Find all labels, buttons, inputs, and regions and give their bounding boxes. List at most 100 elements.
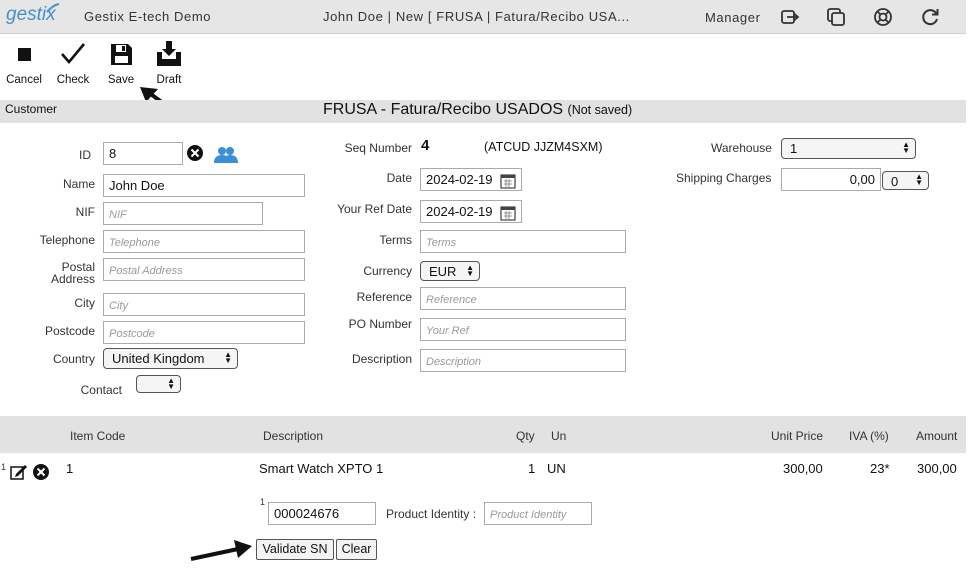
check-label: Check	[56, 74, 90, 86]
clear-customer-icon[interactable]	[186, 144, 204, 162]
cancel-button[interactable]: Cancel	[6, 40, 42, 86]
line-number: 1	[1, 462, 7, 472]
country-select[interactable]: United Kingdom ▲ ▼	[103, 348, 238, 369]
refresh-icon[interactable]	[919, 6, 941, 28]
product-identity-label: Product Identity :	[386, 507, 477, 521]
col-qty: Qty	[516, 429, 535, 443]
select-arrows-icon: ▲ ▼	[167, 376, 175, 391]
po-number-label: PO Number	[348, 317, 412, 331]
doc-status: (Not saved)	[567, 103, 633, 117]
draft-button[interactable]: Draft	[150, 40, 188, 86]
your-ref-date-value: 2024-02-19	[426, 204, 493, 219]
row-qty[interactable]: 1	[528, 461, 535, 476]
edit-line-icon[interactable]	[10, 464, 28, 480]
description-label: Description	[351, 352, 412, 366]
nif-field[interactable]: NIF	[103, 202, 263, 225]
serial-index: 1	[260, 497, 266, 507]
product-identity-field[interactable]: Product Identity	[484, 502, 592, 525]
row-unit-price[interactable]: 300,00	[783, 461, 823, 476]
warehouse-select[interactable]: 1 ▲ ▼	[781, 138, 916, 159]
row-un[interactable]: UN	[547, 461, 566, 476]
section-header: Customer FRUSA - Fatura/Recibo USADOS (N…	[0, 100, 966, 123]
customer-section-label: Customer	[5, 102, 58, 116]
seq-number-value: 4	[421, 137, 430, 154]
seq-number-label: Seq Number	[344, 141, 412, 155]
col-iva: IVA (%)	[849, 429, 889, 443]
row-description[interactable]: Smart Watch XPTO 1	[259, 461, 383, 476]
date-label: Date	[386, 171, 412, 185]
postcode-field[interactable]: Postcode	[103, 321, 305, 344]
save-button[interactable]: Save	[103, 40, 139, 86]
shipping-tax-select[interactable]: 0 ▲ ▼	[882, 171, 929, 190]
postal-address-field[interactable]: Postal Address	[103, 258, 305, 281]
shipping-charges-label: Shipping Charges	[676, 171, 772, 185]
checkmark-icon	[61, 43, 85, 65]
select-arrows-icon: ▲ ▼	[466, 263, 474, 278]
your-ref-date-label: Your Ref Date	[337, 202, 412, 216]
check-button[interactable]: Check	[55, 40, 91, 86]
serial-number-field[interactable]: 000024676	[268, 502, 376, 525]
telephone-field[interactable]: Telephone	[103, 230, 305, 253]
postcode-label: Postcode	[44, 324, 95, 338]
date-value: 2024-02-19	[426, 172, 493, 187]
logout-icon[interactable]	[779, 6, 801, 28]
country-value: United Kingdom	[112, 351, 205, 366]
app-name: Gestix E-tech Demo	[84, 9, 212, 24]
document-title: FRUSA - Fatura/Recibo USADOS (Not saved)	[323, 101, 632, 119]
inbox-download-icon	[157, 41, 181, 66]
validate-sn-button[interactable]: Validate SN	[256, 539, 334, 560]
customer-name-field[interactable]: John Doe	[103, 174, 305, 197]
country-label: Country	[52, 352, 95, 366]
help-lifebuoy-icon[interactable]	[872, 6, 894, 28]
stop-icon	[18, 48, 31, 61]
col-unit-price: Unit Price	[771, 429, 824, 443]
city-field[interactable]: City	[103, 293, 305, 316]
atcud-code: (ATCUD JJZM4SXM)	[484, 140, 603, 154]
currency-label: Currency	[363, 264, 412, 278]
po-number-field[interactable]: Your Ref	[420, 318, 626, 341]
save-label: Save	[107, 74, 135, 86]
customer-search-users-icon[interactable]	[213, 146, 239, 164]
warehouse-value: 1	[790, 141, 798, 156]
row-iva[interactable]: 23*	[870, 461, 890, 476]
description-field[interactable]: Description	[420, 349, 626, 372]
col-item-code: Item Code	[70, 429, 126, 443]
shipping-tax-value: 0	[891, 174, 899, 189]
logo-swoosh-icon	[46, 3, 60, 13]
contact-select[interactable]: ▲ ▼	[136, 375, 181, 393]
telephone-label: Telephone	[39, 233, 95, 247]
contact-label: Contact	[80, 383, 122, 397]
floppy-disk-icon	[111, 44, 132, 65]
user-menu[interactable]: Manager	[705, 10, 761, 25]
postal-label-line2: Address	[50, 272, 95, 286]
reference-label: Reference	[356, 290, 412, 304]
row-amount[interactable]: 300,00	[917, 461, 957, 476]
calendar-icon[interactable]	[500, 205, 516, 221]
col-amount: Amount	[916, 429, 958, 443]
currency-select[interactable]: EUR ▲ ▼	[420, 261, 480, 281]
name-label: Name	[62, 177, 95, 191]
currency-value: EUR	[429, 264, 457, 279]
doc-title-text: FRUSA - Fatura/Recibo USADOS	[323, 101, 564, 118]
clear-button[interactable]: Clear	[336, 539, 377, 560]
annotation-arrow-icon	[190, 540, 252, 561]
shipping-charges-field[interactable]: 0,00	[781, 168, 881, 191]
nif-label: NIF	[75, 205, 95, 219]
city-label: City	[74, 296, 95, 310]
terms-label: Terms	[379, 233, 412, 247]
col-un: Un	[551, 429, 567, 443]
postal-address-label: Postal Address	[0, 261, 95, 285]
calendar-icon[interactable]	[500, 173, 516, 189]
window-title: John Doe | New [ FRUSA | Fatura/Recibo U…	[323, 9, 630, 24]
terms-field[interactable]: Terms	[420, 230, 626, 253]
customer-id-field[interactable]: 8	[103, 142, 183, 165]
row-item-code[interactable]: 1	[66, 461, 73, 476]
reference-field[interactable]: Reference	[420, 287, 626, 310]
delete-line-icon[interactable]	[32, 463, 50, 481]
windows-icon[interactable]	[825, 6, 847, 28]
col-description: Description	[263, 429, 324, 443]
select-arrows-icon: ▲ ▼	[224, 350, 232, 365]
id-label: ID	[79, 148, 91, 162]
select-arrows-icon: ▲ ▼	[902, 140, 910, 155]
warehouse-label: Warehouse	[711, 141, 772, 155]
